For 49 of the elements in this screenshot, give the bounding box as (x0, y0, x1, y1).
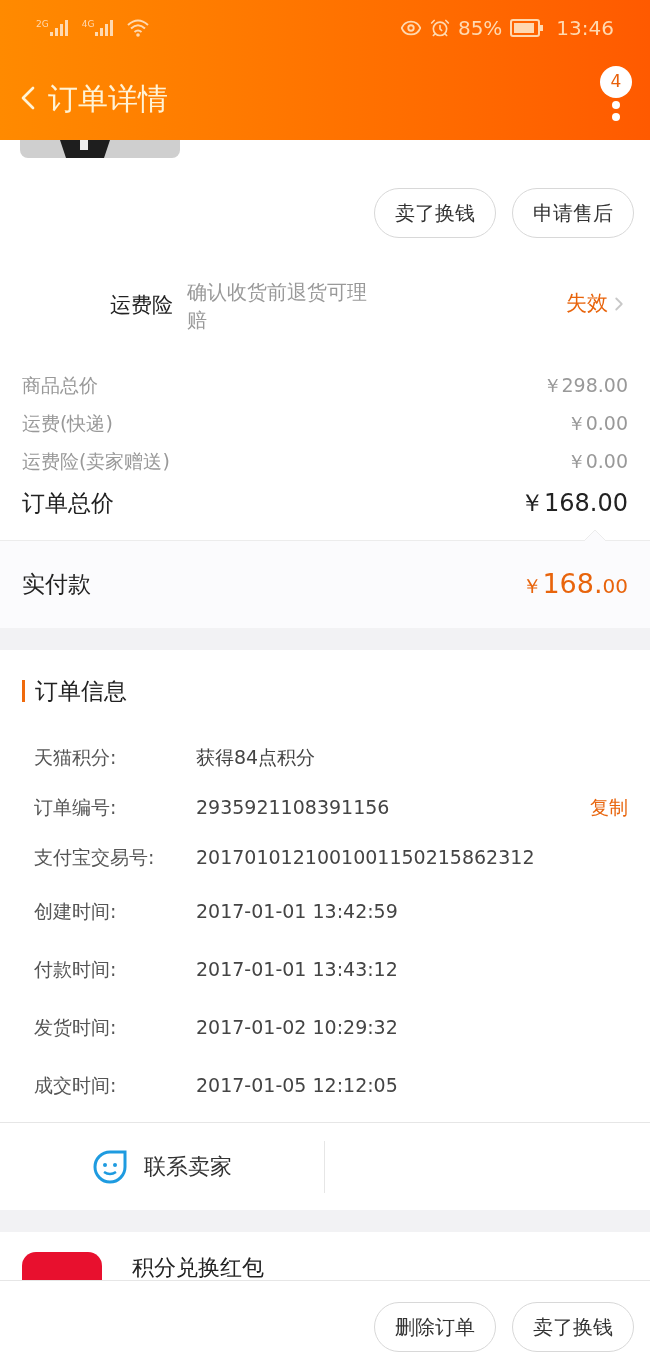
info-value: 2017010121001001150215862312 (196, 844, 536, 870)
info-value: 获得84点积分 (196, 744, 317, 770)
contact-seller-button[interactable]: 联系卖家 (0, 1140, 325, 1193)
info-label: 创建时间: (34, 898, 118, 924)
info-label: 支付宝交易号: (34, 844, 156, 870)
action-button[interactable]: 申请售后 (512, 188, 634, 238)
battery-percent: 85% (457, 15, 503, 42)
info-label: 付款时间: (34, 956, 118, 982)
app-logo-icon (22, 1252, 102, 1280)
paid-label: 实付款 (22, 570, 91, 600)
info-label: 成交时间: (34, 1072, 118, 1098)
total-label: 订单总价 (22, 488, 114, 518)
chat-face-icon (92, 1148, 128, 1185)
insurance-status: 失效 (566, 290, 608, 317)
price-value: ￥0.00 (566, 448, 628, 474)
alarm-icon (429, 18, 450, 38)
more-icon[interactable] (611, 100, 621, 122)
info-value: 2935921108391156 (196, 794, 391, 820)
promo-title: 积分兑换红包 (132, 1254, 264, 1280)
insurance-label: 运费险 (110, 292, 173, 319)
info-value: 2017-01-01 13:43:12 (196, 956, 399, 982)
price-label: 商品总价 (22, 372, 98, 398)
info-value: 2017-01-02 10:29:32 (196, 1014, 399, 1040)
info-value: 2017-01-05 12:12:05 (196, 1072, 399, 1098)
action-button[interactable]: 卖了换钱 (374, 188, 496, 238)
network-type: 4G (81, 20, 95, 29)
paid-amount: ￥168.00 (522, 567, 628, 602)
info-label: 天猫积分: (34, 744, 118, 770)
signal-icon (49, 20, 70, 36)
price-label: 运费险(卖家赠送) (22, 448, 170, 474)
insurance-description: 确认收货前退货可理赔 (187, 279, 368, 334)
battery-icon (510, 19, 545, 37)
price-label: 运费(快递) (22, 410, 113, 436)
network-type: 2G (36, 20, 49, 29)
clock-time: 13:46 (556, 15, 614, 42)
section-marker (22, 680, 25, 702)
info-value: 2017-01-01 13:42:59 (196, 898, 399, 924)
total-value: ￥168.00 (520, 488, 628, 519)
action-button[interactable]: 卖了换钱 (512, 1301, 634, 1352)
price-value: ￥298.00 (542, 372, 628, 398)
action-button[interactable]: 删除订单 (374, 1301, 496, 1352)
wifi-icon (127, 19, 150, 37)
price-value: ￥0.00 (566, 410, 628, 436)
signal-icon (95, 20, 116, 36)
info-label: 发货时间: (34, 1014, 118, 1040)
info-label: 订单编号: (34, 794, 118, 820)
notification-badge: 4 (600, 66, 632, 98)
page-title: 订单详情 (48, 79, 168, 118)
section-title: 订单信息 (35, 676, 127, 706)
